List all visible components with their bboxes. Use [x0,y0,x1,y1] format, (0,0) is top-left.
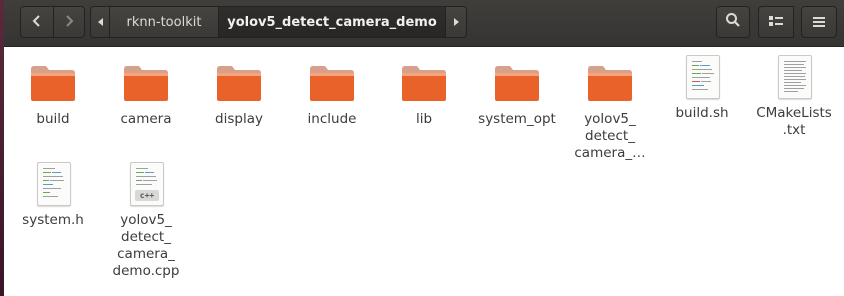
folder-icon [215,59,263,107]
file-name: build.sh [675,105,729,121]
view-options-button[interactable] [758,6,794,38]
file-name: build [36,111,70,127]
cpp-badge: c++ [135,190,159,201]
file-grid: build camera display include lib system_… [4,47,844,296]
triangle-right-icon [453,18,459,26]
header-file-icon [29,160,77,208]
file-name: display [215,111,263,127]
file-item-display[interactable]: display [194,59,284,128]
breadcrumb-current[interactable]: yolov5_detect_camera_demo [218,6,446,38]
file-item-system-opt[interactable]: system_opt [472,59,562,128]
folder-icon [29,59,77,107]
file-item-build-sh[interactable]: build.sh [657,53,747,122]
file-name: yolov5_ detect_ camera_ demo.cpp [112,212,180,279]
file-item-system-h[interactable]: system.h [8,160,98,229]
file-name: CMakeLists .txt [756,105,832,138]
file-item-cmakelists[interactable]: CMakeLists .txt [749,53,839,139]
file-item-lib[interactable]: lib [379,59,469,128]
folder-icon [122,59,170,107]
chevron-left-icon [31,13,43,32]
menu-button[interactable] [801,6,837,38]
text-file-icon [770,53,818,101]
headerbar: rknn-toolkit yolov5_detect_camera_demo [4,0,844,47]
script-file-icon [678,53,726,101]
cpp-file-icon: c++ [122,160,170,208]
hamburger-menu-icon [812,13,826,32]
search-icon [725,12,741,32]
file-item-build[interactable]: build [8,59,98,128]
path-scroll-left-button[interactable] [90,6,110,38]
file-item-yolov5-cpp[interactable]: c++ yolov5_ detect_ camera_ demo.cpp [101,160,191,280]
folder-icon [308,59,356,107]
file-item-yolov5-folder[interactable]: yolov5_ detect_ camera_… [565,59,655,162]
file-name: yolov5_ detect_ camera_… [574,111,646,161]
search-button[interactable] [716,6,750,38]
file-name: include [307,111,357,127]
folder-icon [400,59,448,107]
triangle-left-icon [97,18,103,26]
file-name: system_opt [478,111,556,127]
back-button[interactable] [20,6,54,38]
file-item-include[interactable]: include [287,59,377,128]
file-name: system.h [22,212,84,228]
path-scroll-right-button[interactable] [445,6,467,38]
folder-icon [586,59,634,107]
list-view-icon [768,13,784,32]
file-name: lib [415,111,433,127]
folder-icon [493,59,541,107]
breadcrumb-rknn-toolkit[interactable]: rknn-toolkit [109,6,219,38]
chevron-right-icon [63,13,75,32]
path-bar: rknn-toolkit yolov5_detect_camera_demo [90,6,467,38]
forward-button[interactable] [53,6,85,38]
file-name: camera [120,111,172,127]
file-item-camera[interactable]: camera [101,59,191,128]
